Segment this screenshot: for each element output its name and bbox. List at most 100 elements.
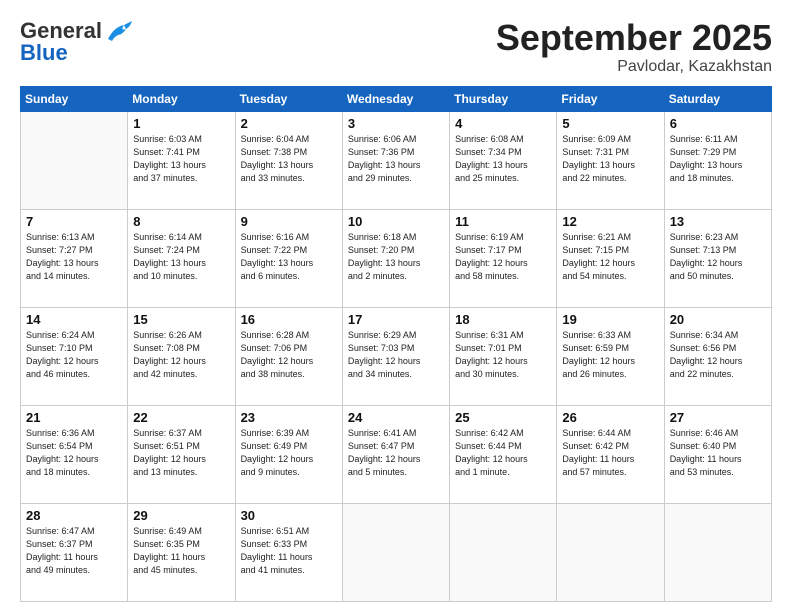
day-info: Sunrise: 6:14 AM Sunset: 7:24 PM Dayligh… [133,231,229,283]
col-thursday: Thursday [450,86,557,111]
day-info: Sunrise: 6:39 AM Sunset: 6:49 PM Dayligh… [241,427,337,479]
table-row: 18Sunrise: 6:31 AM Sunset: 7:01 PM Dayli… [450,307,557,405]
table-row: 30Sunrise: 6:51 AM Sunset: 6:33 PM Dayli… [235,503,342,601]
table-row: 8Sunrise: 6:14 AM Sunset: 7:24 PM Daylig… [128,209,235,307]
day-number: 4 [455,116,551,131]
day-number: 3 [348,116,444,131]
day-info: Sunrise: 6:37 AM Sunset: 6:51 PM Dayligh… [133,427,229,479]
table-row: 5 Sunrise: 6:09 AM Sunset: 7:31 PM Daylig… [557,111,664,209]
day-number: 19 [562,312,658,327]
day-number: 20 [670,312,766,327]
table-row: 21 Sunrise: 6:36 AM Sunset: 6:54 PM Dayli… [21,405,128,503]
col-monday: Monday [128,86,235,111]
day-number: 27 [670,410,766,425]
day-info: Sunrise: 6:34 AM Sunset: 6:56 PM Dayligh… [670,329,766,381]
day-info: Sunrise: 6:09 AM Sunset: 7:31 PM Dayligh… [562,133,658,185]
day-info: Sunrise: 6:04 AM Sunset: 7:38 PM Dayligh… [241,133,337,185]
day-number: 15 [133,312,229,327]
day-number: 25 [455,410,551,425]
week-row-5: 28 Sunrise: 6:47 AM Sunset: 6:37 PM Dayli… [21,503,772,601]
table-row [21,111,128,209]
table-row: 4 Sunrise: 6:08 AM Sunset: 7:34 PM Daylig… [450,111,557,209]
day-info: Sunrise: 6:49 AM Sunset: 6:35 PM Dayligh… [133,525,229,577]
table-row: 19 Sunrise: 6:33 AM Sunset: 6:59 PM Dayli… [557,307,664,405]
day-info: Sunrise: 6:11 AM Sunset: 7:29 PM Dayligh… [670,133,766,185]
day-number: 2 [241,116,337,131]
table-row: 26 Sunrise: 6:44 AM Sunset: 6:42 PM Dayli… [557,405,664,503]
day-info: Sunrise: 6:19 AM Sunset: 7:17 PM Dayligh… [455,231,551,283]
calendar-header-row: Sunday Monday Tuesday Wednesday Thursday… [21,86,772,111]
table-row: 12 Sunrise: 6:21 AM Sunset: 7:15 PM Dayli… [557,209,664,307]
day-info: Sunrise: 6:36 AM Sunset: 6:54 PM Dayligh… [26,427,122,479]
day-info: Sunrise: 6:44 AM Sunset: 6:42 PM Dayligh… [562,427,658,479]
table-row [664,503,771,601]
week-row-2: 7Sunrise: 6:13 AM Sunset: 7:27 PM Daylig… [21,209,772,307]
table-row: 17 Sunrise: 6:29 AM Sunset: 7:03 PM Dayli… [342,307,449,405]
day-number: 9 [241,214,337,229]
day-info: Sunrise: 6:18 AM Sunset: 7:20 PM Dayligh… [348,231,444,283]
table-row: 25 Sunrise: 6:42 AM Sunset: 6:44 PM Dayli… [450,405,557,503]
day-info: Sunrise: 6:29 AM Sunset: 7:03 PM Dayligh… [348,329,444,381]
day-number: 11 [455,214,551,229]
day-number: 26 [562,410,658,425]
table-row: 6 Sunrise: 6:11 AM Sunset: 7:29 PM Daylig… [664,111,771,209]
table-row: 24Sunrise: 6:41 AM Sunset: 6:47 PM Dayli… [342,405,449,503]
day-info: Sunrise: 6:41 AM Sunset: 6:47 PM Dayligh… [348,427,444,479]
day-info: Sunrise: 6:24 AM Sunset: 7:10 PM Dayligh… [26,329,122,381]
table-row: 14 Sunrise: 6:24 AM Sunset: 7:10 PM Dayli… [21,307,128,405]
day-number: 7 [26,214,122,229]
day-number: 22 [133,410,229,425]
day-number: 18 [455,312,551,327]
logo-bird-icon [104,21,132,43]
table-row [450,503,557,601]
page: General Blue September 2025 Pavlodar, Ka… [0,0,792,612]
table-row: 7Sunrise: 6:13 AM Sunset: 7:27 PM Daylig… [21,209,128,307]
table-row: 28 Sunrise: 6:47 AM Sunset: 6:37 PM Dayli… [21,503,128,601]
day-info: Sunrise: 6:28 AM Sunset: 7:06 PM Dayligh… [241,329,337,381]
table-row: 1Sunrise: 6:03 AM Sunset: 7:41 PM Daylig… [128,111,235,209]
table-row: 10 Sunrise: 6:18 AM Sunset: 7:20 PM Dayli… [342,209,449,307]
table-row [342,503,449,601]
day-info: Sunrise: 6:42 AM Sunset: 6:44 PM Dayligh… [455,427,551,479]
day-info: Sunrise: 6:46 AM Sunset: 6:40 PM Dayligh… [670,427,766,479]
table-row: 13 Sunrise: 6:23 AM Sunset: 7:13 PM Dayli… [664,209,771,307]
header: General Blue September 2025 Pavlodar, Ka… [20,18,772,76]
col-friday: Friday [557,86,664,111]
day-info: Sunrise: 6:06 AM Sunset: 7:36 PM Dayligh… [348,133,444,185]
day-info: Sunrise: 6:47 AM Sunset: 6:37 PM Dayligh… [26,525,122,577]
table-row [557,503,664,601]
day-info: Sunrise: 6:08 AM Sunset: 7:34 PM Dayligh… [455,133,551,185]
week-row-1: 1Sunrise: 6:03 AM Sunset: 7:41 PM Daylig… [21,111,772,209]
col-tuesday: Tuesday [235,86,342,111]
day-number: 17 [348,312,444,327]
table-row: 11 Sunrise: 6:19 AM Sunset: 7:17 PM Dayli… [450,209,557,307]
table-row: 16Sunrise: 6:28 AM Sunset: 7:06 PM Dayli… [235,307,342,405]
day-info: Sunrise: 6:33 AM Sunset: 6:59 PM Dayligh… [562,329,658,381]
table-row: 2 Sunrise: 6:04 AM Sunset: 7:38 PM Daylig… [235,111,342,209]
table-row: 29Sunrise: 6:49 AM Sunset: 6:35 PM Dayli… [128,503,235,601]
day-info: Sunrise: 6:21 AM Sunset: 7:15 PM Dayligh… [562,231,658,283]
day-number: 10 [348,214,444,229]
location: Pavlodar, Kazakhstan [496,58,772,76]
day-number: 28 [26,508,122,523]
logo-blue-text: Blue [20,40,68,66]
col-wednesday: Wednesday [342,86,449,111]
day-number: 6 [670,116,766,131]
table-row: 3 Sunrise: 6:06 AM Sunset: 7:36 PM Daylig… [342,111,449,209]
day-info: Sunrise: 6:51 AM Sunset: 6:33 PM Dayligh… [241,525,337,577]
day-number: 1 [133,116,229,131]
day-info: Sunrise: 6:26 AM Sunset: 7:08 PM Dayligh… [133,329,229,381]
table-row: 22 Sunrise: 6:37 AM Sunset: 6:51 PM Dayli… [128,405,235,503]
day-number: 12 [562,214,658,229]
day-info: Sunrise: 6:23 AM Sunset: 7:13 PM Dayligh… [670,231,766,283]
day-number: 13 [670,214,766,229]
day-number: 5 [562,116,658,131]
table-row: 27 Sunrise: 6:46 AM Sunset: 6:40 PM Dayli… [664,405,771,503]
col-sunday: Sunday [21,86,128,111]
month-title: September 2025 [496,18,772,58]
day-number: 14 [26,312,122,327]
calendar-table: Sunday Monday Tuesday Wednesday Thursday… [20,86,772,602]
week-row-3: 14 Sunrise: 6:24 AM Sunset: 7:10 PM Dayli… [21,307,772,405]
table-row: 9Sunrise: 6:16 AM Sunset: 7:22 PM Daylig… [235,209,342,307]
day-number: 21 [26,410,122,425]
